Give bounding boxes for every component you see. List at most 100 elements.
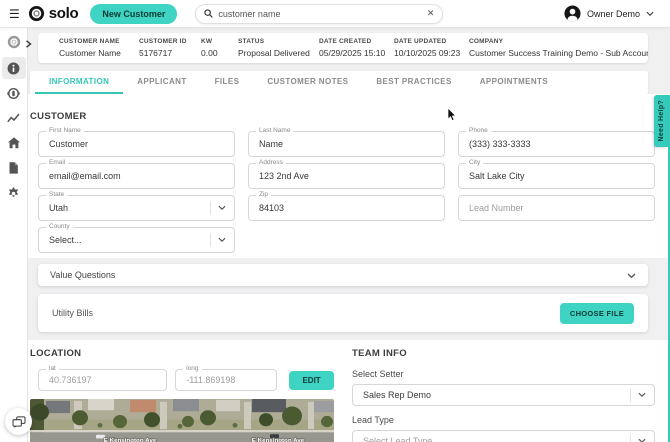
select-adornment: [210, 201, 226, 215]
longitude-field[interactable]: long -111.869198: [175, 365, 278, 391]
field-value: (333) 333-3333: [469, 139, 531, 149]
summary-value: Proposal Delivered: [238, 48, 310, 58]
value-questions-title: Value Questions: [50, 270, 116, 280]
avatar-icon: [564, 5, 581, 22]
attachments-band: Value Questions Utility Bills CHOOSE FIL…: [28, 258, 670, 340]
chat-button[interactable]: [5, 408, 32, 435]
field-label: Last Name: [256, 127, 294, 135]
field-placeholder: Lead Number: [469, 203, 524, 213]
city-field[interactable]: City Salt Lake City: [458, 159, 655, 189]
bottom-panel: LOCATION lat 40.736197 long -111.869198 …: [28, 340, 670, 442]
map-image: E Kensington Ave E Kensington Ave: [30, 399, 334, 442]
summary-label: DATE UPDATED: [394, 38, 447, 45]
satellite-map[interactable]: E Kensington Ave E Kensington Ave: [30, 399, 334, 442]
address-field[interactable]: Address 123 2nd Ave: [248, 159, 445, 189]
tab-files[interactable]: FILES: [201, 71, 254, 94]
menu-icon[interactable]: ☰: [9, 8, 20, 20]
sidebar-item-home[interactable]: [2, 132, 26, 154]
value-questions-accordion[interactable]: Value Questions: [38, 264, 648, 286]
top-header: ☰ solo New Customer ✕ Owner Demo: [0, 0, 670, 28]
sidebar-logo-icon: [7, 35, 20, 49]
field-value: Sales Rep Demo: [363, 390, 432, 400]
lead-number-field[interactable]: Lead Number: [458, 195, 655, 221]
summary-label: DATE CREATED: [319, 38, 372, 45]
need-help-tab[interactable]: Need Help?: [654, 95, 668, 147]
tabs-bar: INFORMATION APPLICANT FILES CUSTOMER NOT…: [30, 71, 648, 94]
left-sidebar: [0, 28, 28, 442]
chevron-down-icon: [218, 237, 226, 242]
field-label: Address: [256, 159, 286, 167]
field-label: lat: [46, 365, 59, 373]
field-label: State: [46, 191, 68, 199]
latitude-field[interactable]: lat 40.736197: [38, 365, 168, 391]
summary-label: COMPANY: [469, 38, 504, 45]
search-box[interactable]: ✕: [195, 3, 444, 24]
token-icon: [7, 87, 20, 99]
divider: [210, 233, 211, 247]
clear-search-icon[interactable]: ✕: [427, 9, 435, 18]
field-value: Customer: [49, 139, 89, 149]
summary-company: COMPANY Customer Success Training Demo -…: [469, 38, 648, 58]
tab-customer-notes[interactable]: CUSTOMER NOTES: [253, 71, 362, 94]
last-name-field[interactable]: Last Name Name: [248, 127, 445, 157]
divider: [210, 201, 211, 215]
summary-date-created: DATE CREATED 05/29/2025 15:10: [319, 38, 394, 58]
location-section: LOCATION lat 40.736197 long -111.869198 …: [30, 348, 334, 442]
sidebar-item-analytics[interactable]: [2, 107, 26, 129]
lead-type-dropdown[interactable]: Select Lead Type...: [352, 430, 655, 442]
summary-status: STATUS Proposal Delivered: [238, 38, 319, 58]
select-adornment: [210, 233, 226, 247]
field-value: 84103: [259, 203, 285, 213]
team-info-title: TEAM INFO: [352, 348, 407, 359]
select-adornment: [630, 434, 646, 442]
zip-field[interactable]: Zip 84103: [248, 191, 445, 221]
customer-form-panel: CUSTOMER First Name Customer Last Name N…: [28, 94, 670, 258]
field-label: City: [466, 159, 484, 167]
first-name-field[interactable]: First Name Customer: [38, 127, 235, 157]
sidebar-item-documents[interactable]: [2, 157, 26, 179]
edit-location-button[interactable]: EDIT: [289, 370, 334, 390]
select-adornment: [630, 388, 646, 402]
field-label: Email: [46, 159, 69, 167]
choose-file-button[interactable]: CHOOSE FILE: [559, 302, 634, 324]
team-info-section: TEAM INFO Select Setter Sales Rep Demo L…: [352, 348, 655, 442]
sidebar-item-settings[interactable]: [2, 182, 26, 204]
divider: [630, 434, 631, 442]
sidebar-item-info[interactable]: [1, 57, 26, 79]
tab-best-practices[interactable]: BEST PRACTICES: [362, 71, 465, 94]
grid-spacer: [458, 227, 655, 253]
field-label: First Name: [46, 127, 84, 135]
sidebar-expand-icon[interactable]: [25, 40, 32, 48]
summary-value: Customer Success Training Demo - Sub Acc…: [469, 48, 648, 58]
search-input[interactable]: [218, 8, 427, 19]
search-icon: [204, 9, 214, 18]
field-value: Select...: [49, 235, 82, 245]
state-select[interactable]: State Utah: [38, 191, 235, 221]
street-label: E Kensington Ave: [252, 438, 305, 442]
tab-information[interactable]: INFORMATION: [35, 71, 124, 94]
field-value: Utah: [49, 203, 69, 213]
user-menu[interactable]: Owner Demo: [564, 5, 654, 22]
utility-bills-card: Utility Bills CHOOSE FILE: [38, 294, 648, 332]
divider: [630, 388, 631, 402]
chevron-down-icon: [218, 205, 226, 210]
chart-icon: [7, 113, 20, 122]
phone-field[interactable]: Phone (333) 333-3333: [458, 127, 655, 157]
email-field[interactable]: Email email@email.com: [38, 159, 235, 189]
chevron-down-icon: [638, 438, 646, 442]
tab-appointments[interactable]: APPOINTMENTS: [466, 71, 562, 94]
select-setter-label: Select Setter: [352, 369, 404, 379]
tab-applicant[interactable]: APPLICANT: [123, 71, 200, 94]
customer-form-grid: First Name Customer Last Name Name Phone…: [38, 127, 655, 253]
logo-text: solo: [48, 5, 79, 22]
county-select[interactable]: County Select...: [38, 223, 235, 253]
grid-spacer: [248, 227, 445, 253]
sidebar-item-token[interactable]: [2, 82, 26, 104]
gear-icon: [9, 186, 18, 197]
main-content: CUSTOMER NAME Customer Name CUSTOMER ID …: [28, 28, 670, 442]
new-customer-button[interactable]: New Customer: [90, 3, 178, 24]
field-value: email@email.com: [49, 171, 121, 181]
select-setter-dropdown[interactable]: Sales Rep Demo: [352, 384, 655, 406]
field-value: -111.869198: [186, 375, 236, 385]
field-label: County: [46, 223, 73, 231]
